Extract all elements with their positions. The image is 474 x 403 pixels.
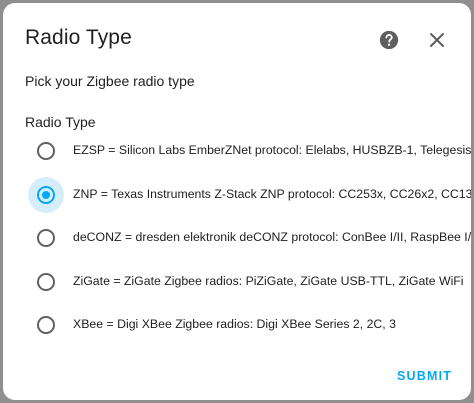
radio-option-ezsp[interactable]: EZSP = Silicon Labs EmberZNet protocol: … xyxy=(23,131,471,171)
radio-button[interactable] xyxy=(37,229,55,247)
radio-group-label: Radio Type xyxy=(25,114,96,130)
radio-option-xbee[interactable]: XBee = Digi XBee Zigbee radios: Digi XBe… xyxy=(23,305,471,345)
radio-option-label: EZSP = Silicon Labs EmberZNet protocol: … xyxy=(73,143,471,157)
close-button[interactable] xyxy=(427,30,447,50)
radio-option-label: deCONZ = dresden elektronik deCONZ proto… xyxy=(73,230,471,244)
radio-button[interactable] xyxy=(37,316,55,334)
close-icon xyxy=(430,33,444,47)
radio-option-label: XBee = Digi XBee Zigbee radios: Digi XBe… xyxy=(73,317,396,331)
help-icon xyxy=(379,30,399,50)
radio-option-znp[interactable]: ZNP = Texas Instruments Z-Stack ZNP prot… xyxy=(23,175,471,215)
radio-option-zigate[interactable]: ZiGate = ZiGate Zigbee radios: PiZiGate,… xyxy=(23,262,471,302)
radio-type-dialog: Radio Type Pick your Zigbee radio type R… xyxy=(3,3,471,400)
radio-option-label: ZiGate = ZiGate Zigbee radios: PiZiGate,… xyxy=(73,274,464,288)
radio-button[interactable] xyxy=(37,142,55,160)
radio-button[interactable] xyxy=(37,186,55,204)
help-button[interactable] xyxy=(378,29,400,51)
radio-dot xyxy=(42,191,50,199)
radio-option-label: ZNP = Texas Instruments Z-Stack ZNP prot… xyxy=(73,187,471,201)
radio-option-deconz[interactable]: deCONZ = dresden elektronik deCONZ proto… xyxy=(23,218,471,258)
radio-button[interactable] xyxy=(37,273,55,291)
dialog-title: Radio Type xyxy=(25,26,132,49)
dialog-description: Pick your Zigbee radio type xyxy=(25,73,195,89)
submit-button[interactable]: SUBMIT xyxy=(397,369,452,383)
